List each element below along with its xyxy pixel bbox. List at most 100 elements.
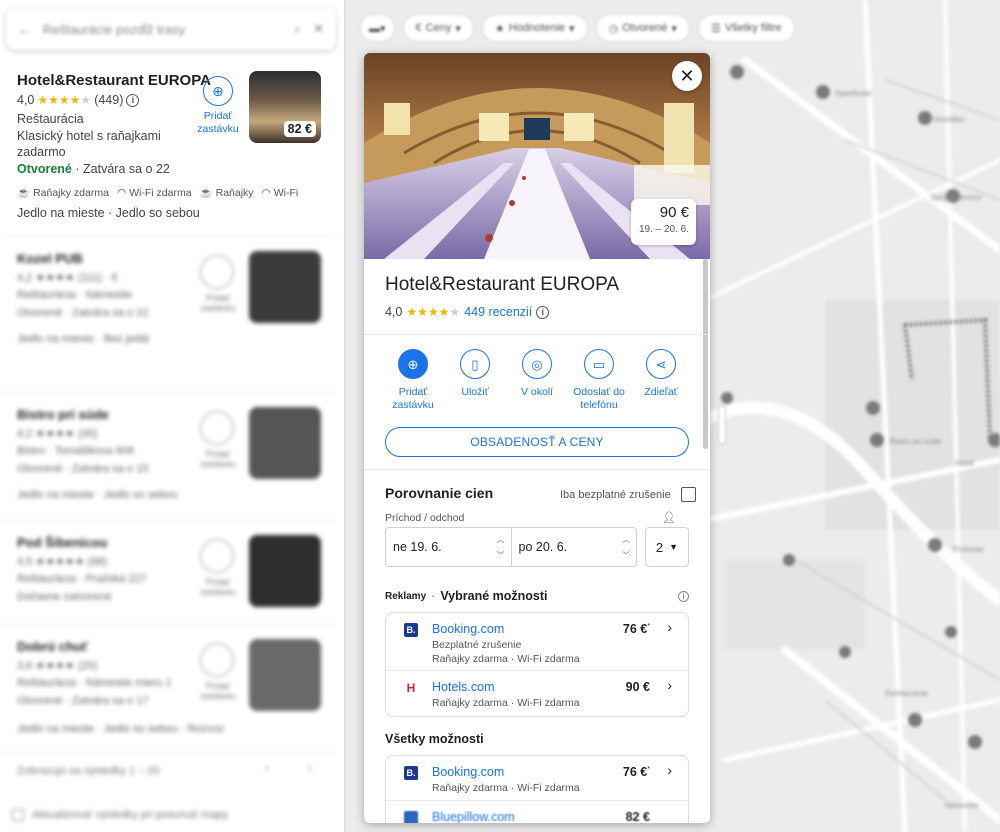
result-photo[interactable] <box>249 251 321 323</box>
info-icon[interactable]: i <box>536 305 550 319</box>
free-cancel-filter[interactable]: Iba bezplatné zrušenie <box>560 487 696 502</box>
search-icon[interactable]: ⌕ <box>294 21 301 37</box>
offer-row[interactable]: B. Booking.com Bezplatné zrušenie Raňajk… <box>386 613 688 671</box>
add-stop-button[interactable]: ⊕ Pridať zastávku <box>196 76 240 136</box>
close-button[interactable]: ✕ <box>672 61 702 91</box>
check-out-field[interactable]: po 20. 6. ︿ ﹀ <box>510 528 637 566</box>
share-button[interactable]: ⋖ Zdieľať <box>630 349 692 412</box>
next-page-icon[interactable]: › <box>308 763 312 775</box>
result-status: Otvorené · Zatvára sa o 22 <box>17 307 149 319</box>
chip-all-filters[interactable]: ☰ Všetky filtre <box>697 14 795 42</box>
svg-text:Námestie: Námestie <box>945 801 979 810</box>
svg-text:Hotel: Hotel <box>955 459 974 468</box>
result-photo[interactable]: 82 € <box>249 71 321 143</box>
date-picker[interactable]: ne 19. 6. ︿ ﹀ po 20. 6. ︿ ﹀ <box>385 527 637 567</box>
amenity-label: Raňajky <box>215 186 254 199</box>
result-item[interactable]: Kozel PUB 4,2 ★★★★ (111) · € Reštaurácia… <box>0 236 340 364</box>
add-stop-button[interactable] <box>200 411 234 445</box>
stars-icon: ★★★★★ <box>406 305 461 319</box>
pagination-text: Zobrazujú sa výsledky 1 – 20 <box>17 765 160 777</box>
chip-open[interactable]: ◷ Otvorené ▾ <box>595 14 690 42</box>
section-label: Vybrané možnosti <box>440 589 548 603</box>
action-label: Pridať zastávku <box>392 386 434 411</box>
chevron-right-icon[interactable]: › <box>667 619 672 635</box>
nearby-button[interactable]: ◎ V okolí <box>506 349 568 412</box>
guests-select[interactable]: 2 ▼ <box>645 527 689 567</box>
search-box[interactable]: ← Reštaurácie pozdĺž trasy ⌕ ✕ <box>6 8 336 50</box>
action-label: V okolí <box>520 386 554 398</box>
result-item-selected[interactable]: Hotel&Restaurant EUROPA 4,0 ★★★★★ (449) … <box>0 62 340 232</box>
price-footnote-mark: * <box>647 622 650 630</box>
result-item[interactable]: Bistro pri súde 4,2 ★★★★ (35) Bistro · T… <box>0 392 340 520</box>
free-cancel-checkbox[interactable] <box>680 487 696 502</box>
divider <box>364 334 710 335</box>
result-photo[interactable] <box>249 535 321 607</box>
prev-page-icon[interactable]: ‹ <box>265 763 269 775</box>
price-value: 76 € <box>622 622 648 636</box>
occupancy-prices-button[interactable]: OBSADENOSŤ A CENY <box>385 427 689 457</box>
svg-text:Reštaurácia: Reštaurácia <box>885 689 928 698</box>
search-input[interactable]: Reštaurácie pozdĺž trasy <box>43 22 282 37</box>
result-title[interactable]: Bistro pri súde <box>17 407 109 422</box>
send-to-phone-button[interactable]: ▭ Odoslať do telefónu <box>568 349 630 412</box>
add-stop-button[interactable] <box>200 539 234 573</box>
offer-row[interactable]: B. Booking.com Raňajky zdarma · Wi-Fi zd… <box>386 756 688 801</box>
result-category: Reštaurácia · Námestie <box>17 289 132 301</box>
service-options: Jedlo na mieste · Jedlo so sebou <box>17 206 200 220</box>
map-control[interactable] <box>718 406 726 444</box>
chip-label: Ceny <box>425 22 452 34</box>
info-icon[interactable]: i <box>678 590 689 602</box>
add-stop-button[interactable] <box>200 255 234 289</box>
result-photo[interactable] <box>249 639 321 711</box>
svg-text:Prohoda: Prohoda <box>953 545 984 554</box>
chip-rating[interactable]: ★ Hodnotenie ▾ <box>481 14 588 42</box>
result-title[interactable]: Dobrú chuť <box>17 639 88 654</box>
close-icon[interactable]: ✕ <box>313 21 324 37</box>
offer-row[interactable]: H Hotels.com Raňajky zdarma · Wi-Fi zdar… <box>386 671 688 716</box>
review-count: (449) <box>94 93 124 107</box>
back-arrow-icon[interactable]: ← <box>18 22 31 37</box>
save-button[interactable]: ▯ Uložiť <box>444 349 506 412</box>
svg-text:Bistro pri súde: Bistro pri súde <box>890 437 942 446</box>
result-photo[interactable] <box>249 407 321 479</box>
offer-site[interactable]: Bluepillow.com <box>432 810 515 823</box>
stepper-arrows-icon[interactable]: ︿ ﹀ <box>497 532 505 564</box>
hotels-logo-icon: H <box>404 681 418 695</box>
result-title[interactable]: Pod Šibenicou <box>17 535 107 550</box>
chevron-right-icon[interactable]: › <box>667 677 672 693</box>
info-icon[interactable]: i <box>126 93 140 107</box>
result-status: Otvorené · Zatvára sa o 15 <box>17 463 149 475</box>
check-in-value: ne 19. 6. <box>393 540 442 554</box>
result-rating: 4,5 ★★★★★ (98) <box>17 556 108 568</box>
scrollbar-thumb[interactable] <box>703 259 708 449</box>
hero-photo[interactable]: ✕ 90 € 19. – 20. 6. <box>364 53 710 259</box>
action-buttons: ⊕ Pridať zastávku ▯ Uložiť ◎ V okolí ▭ O… <box>382 349 692 412</box>
amenity: ◠ Wi-Fi zdarma <box>117 186 192 199</box>
amenity: ☕ Raňajky zdarma <box>17 186 109 200</box>
result-item[interactable]: Dobrú chuť 3,6 ★★★★ (25) Reštaurácia · N… <box>0 624 340 752</box>
add-stop-button[interactable] <box>200 643 234 677</box>
action-label: Zdieľať <box>644 386 678 398</box>
result-rating: 3,6 ★★★★ (25) <box>17 660 98 672</box>
price-badge[interactable]: 90 € 19. – 20. 6. <box>631 199 696 245</box>
update-results-checkbox[interactable] <box>12 809 24 821</box>
breakfast-icon: ☕ <box>199 187 213 199</box>
booking-logo-icon: B. <box>404 623 418 637</box>
stepper-arrows-icon[interactable]: ︿ ﹀ <box>622 532 630 564</box>
result-title[interactable]: Kozel PUB <box>17 251 83 266</box>
chip-menu[interactable]: ▬▾ <box>360 14 395 42</box>
add-stop-icon: ⊕ <box>203 76 233 106</box>
offer-site[interactable]: Booking.com <box>432 765 504 779</box>
chip-prices[interactable]: € Ceny ▾ <box>402 14 474 42</box>
offer-site[interactable]: Hotels.com <box>432 680 495 694</box>
add-stop-button[interactable]: ⊕ Pridať zastávku <box>382 349 444 412</box>
check-in-field[interactable]: ne 19. 6. ︿ ﹀ <box>386 528 511 566</box>
add-stop-label: Pridať zastávku <box>200 681 236 701</box>
result-title[interactable]: Hotel&Restaurant EUROPA <box>17 72 211 89</box>
chevron-right-icon[interactable]: › <box>667 762 672 778</box>
price-value: 90 € <box>625 680 650 694</box>
offer-row[interactable]: Bluepillow.com 82 € <box>386 801 688 823</box>
reviews-link[interactable]: 449 recenzií <box>464 305 532 319</box>
offer-site[interactable]: Booking.com <box>432 622 504 636</box>
price-dates: 19. – 20. 6. <box>638 224 689 235</box>
